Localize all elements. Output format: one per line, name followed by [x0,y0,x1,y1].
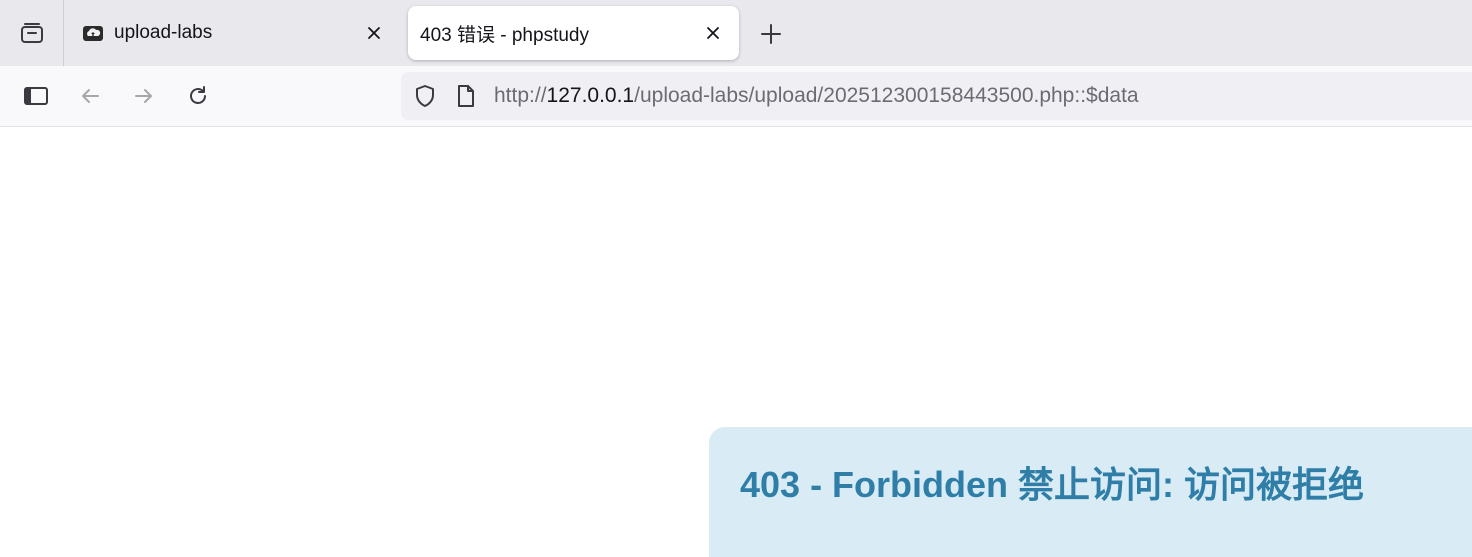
new-tab-button[interactable] [755,18,787,50]
page-icon[interactable] [454,84,478,108]
plus-icon [761,24,781,44]
tab-strip: upload-labs 403 错误 - phpstudy [0,0,1472,66]
url-host: 127.0.0.1 [546,84,635,107]
forward-button[interactable] [128,80,160,112]
error-title: 403 - Forbidden 禁止访问: 访问被拒绝 [740,464,1365,505]
shield-icon[interactable] [413,84,437,108]
tab-upload-labs[interactable]: upload-labs [64,6,400,60]
error-banner: 403 - Forbidden 禁止访问: 访问被拒绝 [709,427,1472,557]
cloud-folder-icon [82,22,104,44]
url-path: /upload-labs/upload/202512300158443500.p… [634,84,1139,107]
reload-icon [190,86,206,104]
close-tab-button[interactable] [701,21,725,45]
url-text[interactable]: http://127.0.0.1/upload-labs/upload/2025… [494,83,1139,109]
tab-overview-button[interactable] [0,0,64,66]
close-icon [707,27,719,39]
page-content: 403 - Forbidden 禁止访问: 访问被拒绝 [0,127,1472,557]
tab-title: 403 错误 - phpstudy [420,24,589,46]
close-tab-button[interactable] [362,21,386,45]
tab-title: upload-labs [114,22,213,43]
close-icon [368,27,380,39]
arrow-right-icon [135,89,152,103]
tab-403-error[interactable]: 403 错误 - phpstudy [408,6,739,60]
tab-list-icon [20,23,43,43]
back-button[interactable] [74,80,106,112]
reload-button[interactable] [182,80,214,112]
arrow-left-icon [82,89,99,103]
url-bar[interactable]: http://127.0.0.1/upload-labs/upload/2025… [401,72,1472,120]
sidebar-icon [24,87,48,105]
navigation-toolbar: http://127.0.0.1/upload-labs/upload/2025… [0,66,1472,127]
url-scheme: http:// [494,84,547,107]
sidebar-toggle-button[interactable] [20,80,52,112]
